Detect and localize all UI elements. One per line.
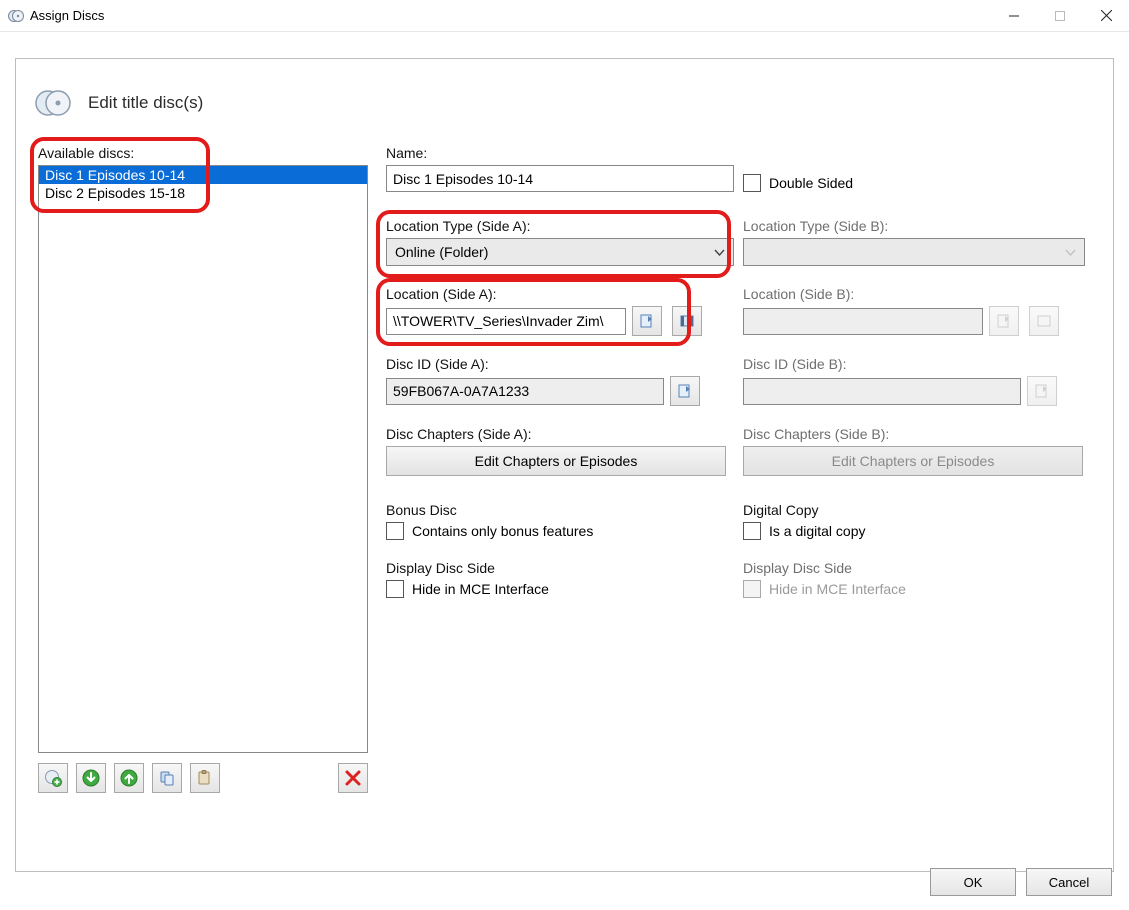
double-sided-label: Double Sided [769, 175, 853, 191]
display-side-b-label: Display Disc Side [743, 560, 1085, 576]
chevron-down-icon [1065, 249, 1076, 256]
disc-id-a-input [386, 378, 664, 405]
move-down-button[interactable] [76, 763, 106, 793]
location-b-label: Location (Side B): [743, 286, 1085, 302]
location-a-label: Location (Side A): [386, 286, 734, 302]
list-item[interactable]: Disc 2 Episodes 15-18 [39, 184, 367, 202]
name-label: Name: [386, 145, 734, 161]
bonus-disc-label: Bonus Disc [386, 502, 734, 518]
dropdown-value: Online (Folder) [395, 244, 488, 260]
disc-id-a-label: Disc ID (Side A): [386, 356, 734, 372]
location-type-a-label: Location Type (Side A): [386, 218, 734, 234]
move-up-button[interactable] [114, 763, 144, 793]
edit-chapters-a-button[interactable]: Edit Chapters or Episodes [386, 446, 726, 476]
titlebar: Assign Discs [0, 0, 1129, 32]
window-title: Assign Discs [30, 8, 104, 23]
bonus-only-label: Contains only bonus features [412, 523, 593, 539]
disc-chapters-a-label: Disc Chapters (Side A): [386, 426, 734, 442]
digital-copy-checkbox[interactable] [743, 522, 761, 540]
available-discs-list[interactable]: Disc 1 Episodes 10-14 Disc 2 Episodes 15… [38, 165, 368, 753]
app-icon [8, 8, 24, 24]
play-location-b-button [1029, 306, 1059, 336]
hide-mce-b-checkbox [743, 580, 761, 598]
available-discs-label: Available discs: [38, 145, 368, 161]
read-disc-id-a-button[interactable] [670, 376, 700, 406]
chevron-down-icon [714, 249, 725, 256]
hide-mce-b-label: Hide in MCE Interface [769, 581, 906, 597]
content-frame: Edit title disc(s) Available discs: Disc… [15, 58, 1114, 872]
delete-button[interactable] [338, 763, 368, 793]
play-location-a-button[interactable] [672, 306, 702, 336]
browse-location-b-button [989, 306, 1019, 336]
bonus-only-checkbox[interactable] [386, 522, 404, 540]
disc-id-b-label: Disc ID (Side B): [743, 356, 1085, 372]
disc-chapters-b-label: Disc Chapters (Side B): [743, 426, 1085, 442]
close-button[interactable] [1083, 0, 1129, 32]
ok-button[interactable]: OK [930, 868, 1016, 896]
edit-chapters-b-button: Edit Chapters or Episodes [743, 446, 1083, 476]
browse-location-a-button[interactable] [632, 306, 662, 336]
disc-id-b-input [743, 378, 1021, 405]
name-input[interactable] [386, 165, 734, 192]
digital-copy-label: Digital Copy [743, 502, 1085, 518]
add-disc-button[interactable] [38, 763, 68, 793]
minimize-button[interactable] [991, 0, 1037, 32]
location-a-input[interactable] [386, 308, 626, 335]
discs-icon [34, 83, 74, 123]
location-type-b-label: Location Type (Side B): [743, 218, 1085, 234]
copy-button[interactable] [152, 763, 182, 793]
location-b-input [743, 308, 983, 335]
digital-copy-text: Is a digital copy [769, 523, 866, 539]
maximize-button [1037, 0, 1083, 32]
list-item[interactable]: Disc 1 Episodes 10-14 [39, 166, 367, 184]
location-type-a-dropdown[interactable]: Online (Folder) [386, 238, 734, 266]
read-disc-id-b-button [1027, 376, 1057, 406]
display-side-a-label: Display Disc Side [386, 560, 734, 576]
cancel-button[interactable]: Cancel [1026, 868, 1112, 896]
double-sided-checkbox[interactable] [743, 174, 761, 192]
hide-mce-a-checkbox[interactable] [386, 580, 404, 598]
page-title: Edit title disc(s) [88, 93, 203, 113]
location-type-b-dropdown [743, 238, 1085, 266]
paste-button[interactable] [190, 763, 220, 793]
hide-mce-a-label: Hide in MCE Interface [412, 581, 549, 597]
